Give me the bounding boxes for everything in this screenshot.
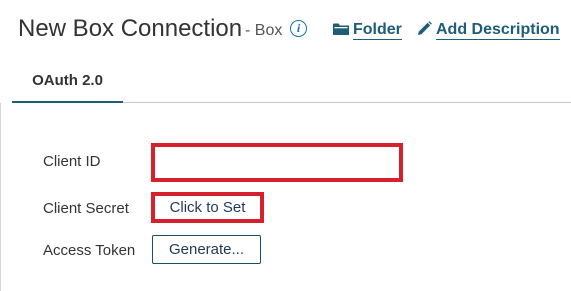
folder-link[interactable]: Folder bbox=[333, 21, 402, 40]
access-token-label: Access Token bbox=[43, 242, 136, 259]
header: New Box Connection - Box i Folder Add De… bbox=[0, 0, 571, 62]
page-title: New Box Connection bbox=[18, 15, 243, 42]
tab-oauth2[interactable]: OAuth 2.0 bbox=[12, 62, 123, 103]
pencil-icon bbox=[418, 21, 432, 35]
client-id-input[interactable] bbox=[151, 143, 403, 182]
client-secret-label: Client Secret bbox=[43, 200, 129, 217]
folder-link-label: Folder bbox=[353, 21, 402, 40]
generate-token-button[interactable]: Generate... bbox=[152, 235, 261, 264]
info-icon[interactable]: i bbox=[290, 20, 307, 37]
folder-icon bbox=[333, 23, 349, 35]
add-description-label: Add Description bbox=[436, 21, 560, 40]
client-secret-set-button[interactable]: Click to Set bbox=[151, 192, 264, 223]
oauth-panel bbox=[0, 103, 571, 291]
connector-type-label: - Box bbox=[245, 22, 283, 39]
client-id-label: Client ID bbox=[43, 153, 101, 170]
tab-bar: OAuth 2.0 bbox=[12, 62, 571, 103]
add-description-link[interactable]: Add Description bbox=[417, 21, 560, 40]
